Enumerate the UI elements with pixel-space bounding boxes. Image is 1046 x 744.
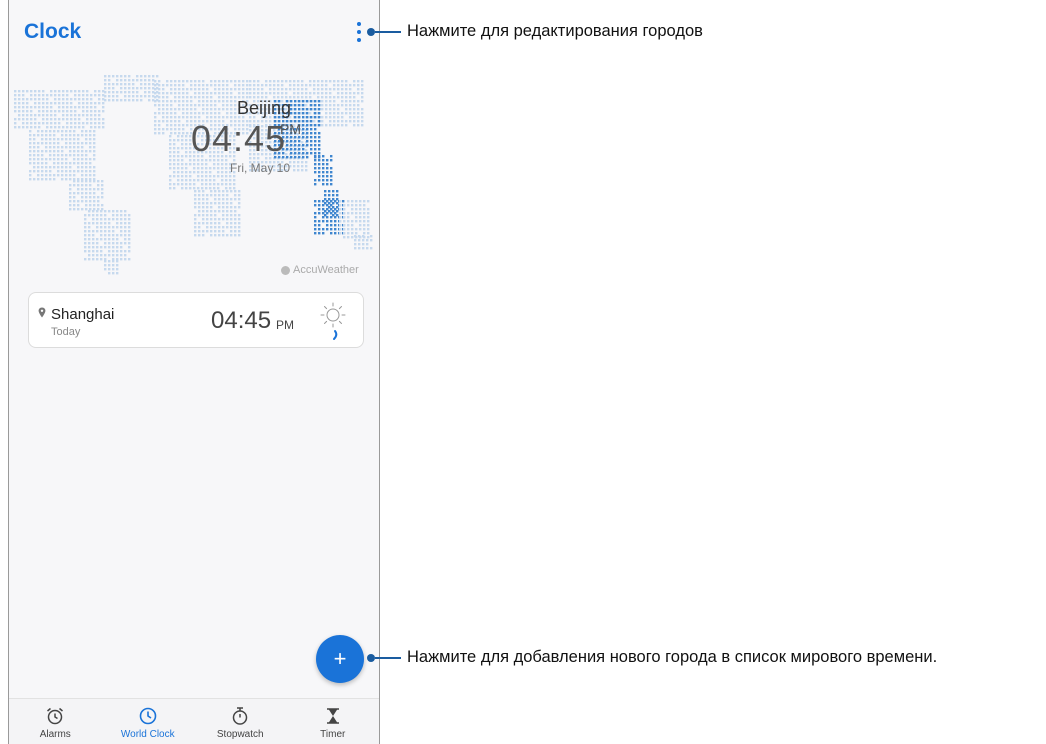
hourglass-icon bbox=[326, 708, 339, 724]
accuweather-attribution: AccuWeather bbox=[281, 264, 359, 276]
callout-line bbox=[375, 30, 401, 33]
nav-timer[interactable]: Timer bbox=[287, 699, 380, 744]
more-options-dot bbox=[357, 30, 361, 34]
callout-add-city: Нажмите для добавления нового города в с… bbox=[367, 648, 937, 667]
accuweather-logo-icon bbox=[281, 265, 290, 275]
world-map-dots bbox=[14, 75, 373, 275]
nav-label-world-clock: World Clock bbox=[120, 729, 175, 740]
city-ampm: PM bbox=[276, 318, 294, 332]
nav-stopwatch[interactable]: Stopwatch bbox=[194, 699, 287, 744]
more-options-dot bbox=[357, 22, 361, 26]
callout-add-city-text: Нажмите для добавления нового города в с… bbox=[407, 648, 938, 666]
clock-app-screen: Clock Beijing 04:45 PM Fri, May 10 AccuW… bbox=[8, 0, 380, 744]
alarm-clock-icon bbox=[47, 707, 64, 725]
callout-dot bbox=[367, 27, 375, 36]
city-card-shanghai[interactable]: Shanghai Today 04:45 PM bbox=[28, 292, 364, 348]
map-date: Fri, May 10 bbox=[230, 161, 291, 175]
clock-icon bbox=[139, 707, 157, 725]
nav-alarms[interactable]: Alarms bbox=[9, 699, 102, 744]
nav-label-alarms: Alarms bbox=[39, 729, 71, 740]
bottom-navigation: Alarms World Clock Stopwatch Timer bbox=[9, 698, 379, 744]
city-time: 04:45 bbox=[211, 307, 272, 334]
callout-edit-cities-text: Нажмите для редактирования городов bbox=[407, 22, 703, 40]
map-ampm: PM bbox=[280, 121, 301, 137]
nav-world-clock[interactable]: World Clock bbox=[102, 699, 195, 744]
callout-edit-cities: Нажмите для редактирования городов bbox=[367, 22, 703, 41]
callout-dot bbox=[367, 653, 375, 662]
stopwatch-icon bbox=[233, 707, 248, 725]
more-options-button[interactable] bbox=[353, 22, 365, 42]
add-city-button[interactable]: + bbox=[316, 635, 364, 683]
callout-line bbox=[375, 656, 401, 659]
city-name: Shanghai bbox=[51, 306, 115, 323]
world-map: Beijing 04:45 PM Fri, May 10 AccuWeather bbox=[9, 60, 379, 280]
city-day: Today bbox=[51, 326, 81, 338]
sun-moon-icon bbox=[320, 302, 346, 340]
location-pin-icon bbox=[38, 307, 46, 318]
map-city-name: Beijing bbox=[237, 98, 292, 118]
map-time: 04:45 bbox=[191, 118, 287, 159]
more-options-dot bbox=[357, 38, 361, 42]
nav-label-stopwatch: Stopwatch bbox=[216, 729, 264, 740]
app-bar: Clock bbox=[9, 0, 379, 60]
accuweather-label: AccuWeather bbox=[293, 264, 359, 276]
app-title: Clock bbox=[24, 20, 82, 43]
nav-label-timer: Timer bbox=[320, 729, 346, 740]
